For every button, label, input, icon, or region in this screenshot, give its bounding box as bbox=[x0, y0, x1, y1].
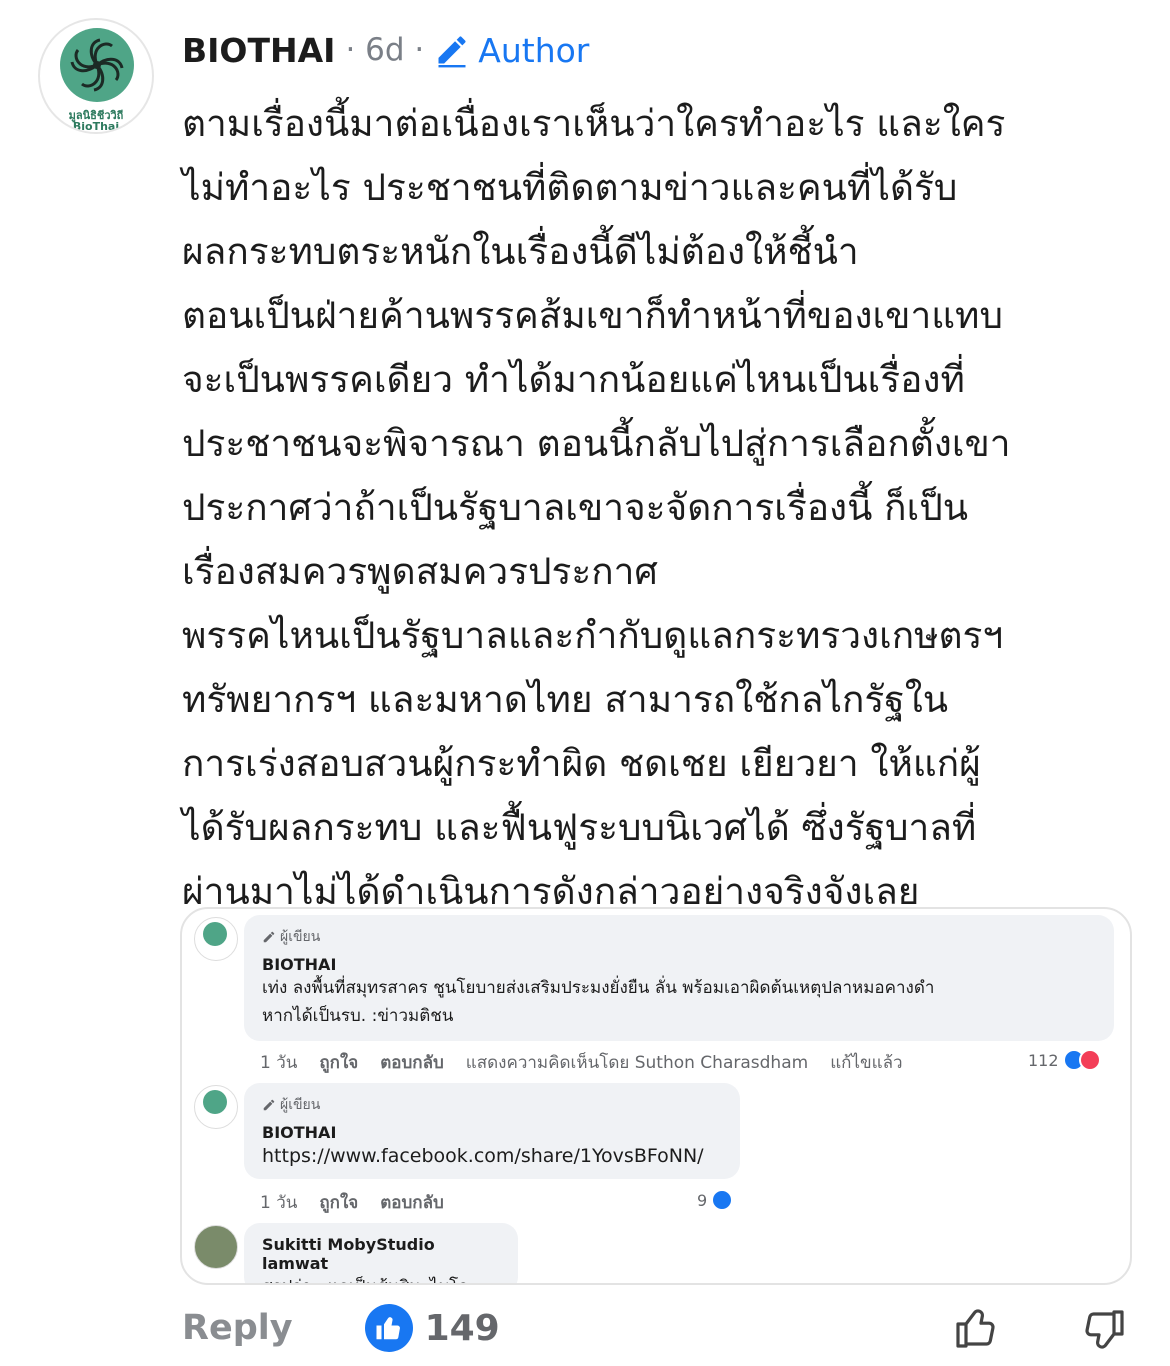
comment-line: พรรคไหนเป็นรัฐบาลและกำกับดูแลกระทรวงเกษต… bbox=[182, 614, 1004, 657]
love-icon bbox=[1078, 1049, 1101, 1071]
like-icon bbox=[711, 1189, 734, 1211]
comment-line: ไม่ทำอะไร ประชาชนที่ติดตามข่าวและคนที่ได… bbox=[182, 166, 958, 209]
like-icon bbox=[364, 1304, 413, 1352]
comment-header: BIOTHAI · 6d · Author bbox=[182, 28, 589, 72]
screenshot-comment-bubble: Sukitti MobyStudio lamwat สรุปว่า...แกเป… bbox=[244, 1223, 518, 1283]
thumbs-up-icon[interactable] bbox=[952, 1304, 1000, 1356]
screenshot-actions: 1 วัน ถูกใจ ตอบกลับ bbox=[260, 1193, 444, 1213]
screenshot-author-tag: ผู้เขียน bbox=[262, 1095, 722, 1115]
comment-text: ตามเรื่องนี้มาต่อเนื่องเราเห็นว่าใครทำอะ… bbox=[182, 92, 1142, 924]
pencil-icon bbox=[263, 1099, 275, 1111]
screenshot-comment-bubble: ผู้เขียน BIOTHAI https://www.facebook.co… bbox=[244, 1083, 740, 1179]
comment-line: ประชาชนจะพิจารณา ตอนนี้กลับไปสู่การเลือก… bbox=[182, 422, 1011, 465]
screenshot-name: BIOTHAI bbox=[262, 955, 337, 974]
screenshot-text: หากได้เป็นรบ. :ข่าวมติชน bbox=[262, 1006, 454, 1026]
screenshot-name: Sukitti MobyStudio lamwat bbox=[262, 1235, 435, 1273]
comment-line: การเร่งสอบสวนผู้กระทำผิด ชดเชย เยียวยา ใ… bbox=[182, 742, 981, 785]
author-name[interactable]: BIOTHAI bbox=[182, 31, 335, 70]
attached-screenshot[interactable]: ผู้เขียน BIOTHAI เท่ง ลงพื้นที่สมุทรสาคร… bbox=[180, 907, 1132, 1285]
screenshot-actions: 1 วัน ถูกใจ ตอบกลับ แสดงความคิดเห็นโดย S… bbox=[260, 1053, 903, 1073]
screenshot-reactions: 9 bbox=[697, 1189, 734, 1211]
comment-line: ตอนเป็นฝ่ายค้านพรรคส้มเขาก็ทำหน้าที่ของเ… bbox=[182, 294, 1003, 337]
screenshot-reactions: 112 bbox=[1028, 1049, 1101, 1071]
screenshot-text: เท่ง ลงพื้นที่สมุทรสาคร ชูนโยบายส่งเสริม… bbox=[262, 978, 935, 998]
comment-line: ผลกระทบตระหนักในเรื่องนี้ดีไม่ต้องให้ชี้… bbox=[182, 230, 859, 273]
like-count: 149 bbox=[424, 1307, 500, 1349]
comment-line: ได้รับผลกระทบ และฟื้นฟูระบบนิเวศได้ ซึ่ง… bbox=[182, 806, 977, 849]
biothai-logo-icon bbox=[60, 28, 134, 102]
screenshot-author-tag: ผู้เขียน bbox=[262, 927, 1096, 947]
screenshot-comment-bubble: ผู้เขียน BIOTHAI เท่ง ลงพื้นที่สมุทรสาคร… bbox=[244, 915, 1114, 1041]
comment-footer: Reply 149 bbox=[182, 1300, 1132, 1356]
author-badge: Author bbox=[434, 31, 589, 70]
thumbs-down-icon[interactable] bbox=[1080, 1306, 1128, 1358]
screenshot-avatar bbox=[194, 1225, 238, 1269]
comment-line: จะเป็นพรรคเดียว ทำได้มากน้อยแค่ไหนเป็นเร… bbox=[182, 358, 965, 401]
screenshot-link: https://www.facebook.com/share/1YovsBFoN… bbox=[262, 1145, 704, 1167]
screenshot-avatar bbox=[194, 1085, 238, 1129]
avatar-english-text: BioThai bbox=[72, 120, 120, 133]
author-avatar[interactable]: มูลนิธิชีววิถี BioThai bbox=[38, 18, 154, 134]
reply-button[interactable]: Reply bbox=[182, 1308, 293, 1348]
pencil-icon bbox=[263, 931, 275, 943]
screenshot-text: สรุปว่า...แกเป็นส้มสินะไบโอ bbox=[262, 1273, 500, 1283]
author-badge-label: Author bbox=[478, 30, 590, 70]
comment-line: ตามเรื่องนี้มาต่อเนื่องเราเห็นว่าใครทำอะ… bbox=[182, 102, 1006, 145]
comment-time: · 6d · bbox=[345, 32, 425, 68]
comment-line: เรื่องสมควรพูดสมควรประกาศ bbox=[182, 550, 658, 593]
comment-line: ทรัพยากรฯ และมหาดไทย สามารถใช้กลไกรัฐใน bbox=[182, 678, 949, 721]
screenshot-avatar bbox=[194, 917, 238, 961]
screenshot-name: BIOTHAI bbox=[262, 1123, 337, 1142]
comment-line: ประกาศว่าถ้าเป็นรัฐบาลเขาจะจัดการเรื่องน… bbox=[182, 486, 968, 529]
pencil-icon bbox=[438, 36, 466, 68]
